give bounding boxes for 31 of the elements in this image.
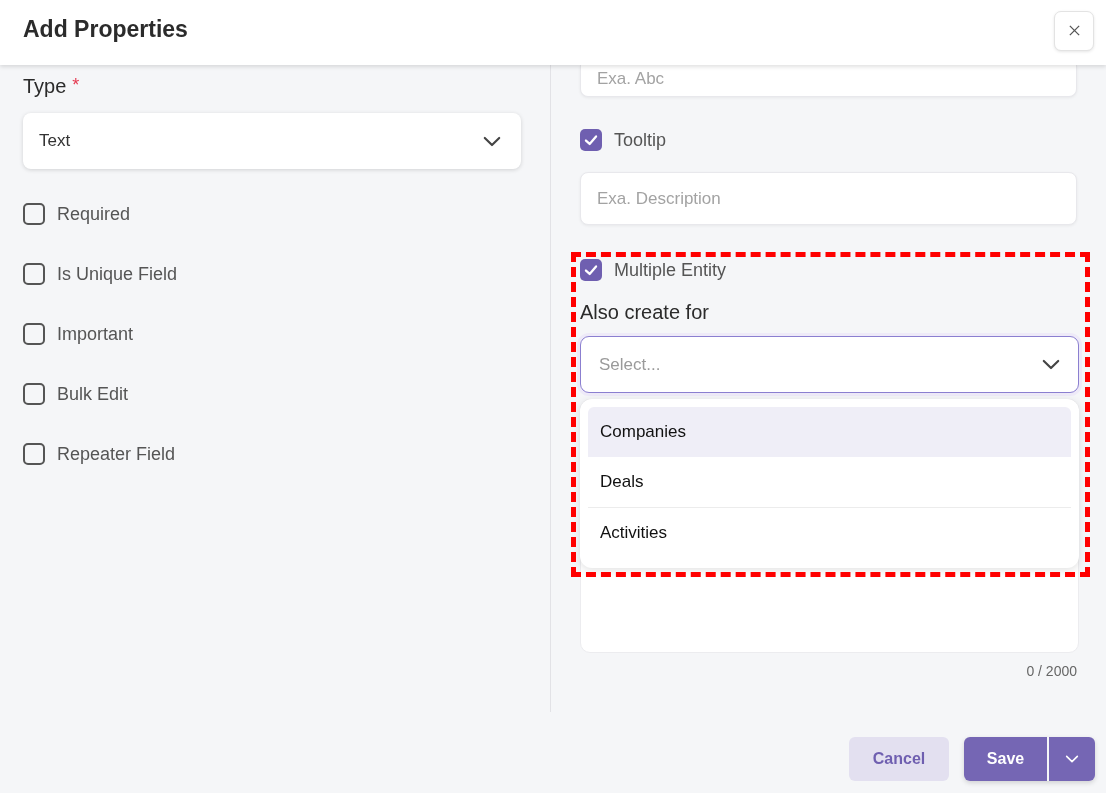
- checkbox-label: Tooltip: [614, 129, 667, 151]
- checkbox-label: Repeater Field: [57, 443, 176, 465]
- checkbox[interactable]: [23, 323, 45, 345]
- checkbox-label: Required: [57, 203, 131, 225]
- chevron-down-icon: [1065, 755, 1079, 763]
- checkbox-label: Is Unique Field: [57, 263, 178, 285]
- character-counter: 0 / 2000: [1026, 663, 1077, 679]
- input-field[interactable]: Exa. Description: [580, 172, 1077, 225]
- chevron-down-icon: [1042, 359, 1060, 370]
- checkbox[interactable]: [23, 263, 45, 285]
- dialog-title: Add Properties: [23, 16, 188, 44]
- close-icon: [1067, 24, 1081, 37]
- chevron-down-icon: [483, 135, 501, 147]
- checkbox[interactable]: [580, 259, 602, 281]
- checkbox[interactable]: [580, 129, 602, 151]
- dropdown-option[interactable]: Activities: [588, 508, 1071, 558]
- field-label: Also create for: [580, 301, 710, 324]
- input-field[interactable]: Exa. Abc: [580, 65, 1077, 97]
- cancel-button[interactable]: Cancel: [849, 737, 949, 781]
- checkbox[interactable]: [23, 383, 45, 405]
- checkbox-label: Important: [57, 323, 134, 345]
- dropdown-option[interactable]: Deals: [588, 457, 1071, 508]
- checkbox-label: Bulk Edit: [57, 383, 129, 405]
- checkbox-label: Multiple Entity: [614, 259, 727, 281]
- checkbox[interactable]: [23, 203, 45, 225]
- dropdown-option[interactable]: Companies: [588, 407, 1071, 457]
- checkbox[interactable]: [23, 443, 45, 465]
- save-button[interactable]: Save: [964, 737, 1047, 781]
- type-select[interactable]: Text: [23, 113, 521, 169]
- field-label: Type: [23, 75, 67, 99]
- required-asterisk: *: [72, 75, 80, 97]
